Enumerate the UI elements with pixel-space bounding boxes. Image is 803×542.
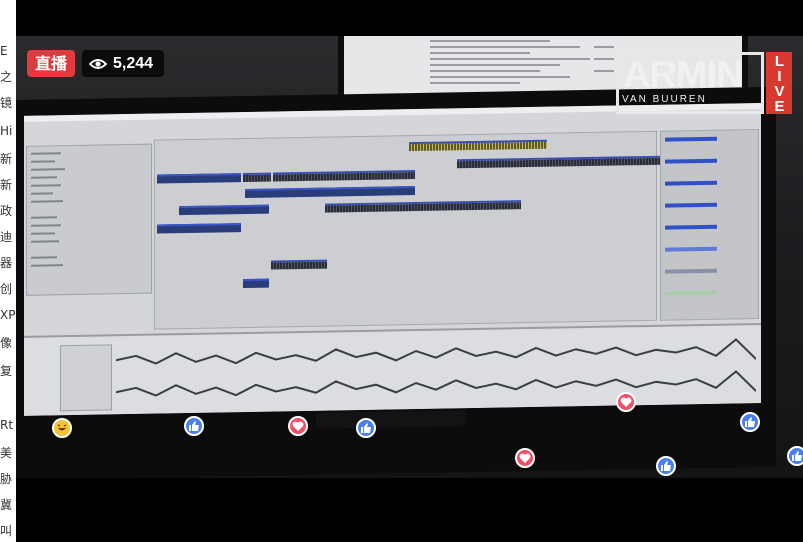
side-text: Rt xyxy=(0,418,14,432)
audio-clip xyxy=(457,155,663,169)
eye-icon xyxy=(89,58,107,69)
like-reaction-icon xyxy=(787,446,803,466)
side-text: Hi xyxy=(0,124,13,138)
audio-clip xyxy=(157,223,241,234)
audio-clip xyxy=(179,204,269,216)
audio-clip xyxy=(245,186,415,199)
side-text: 叫 xyxy=(0,524,13,538)
daw-clip-detail-view xyxy=(24,322,761,416)
waveform-display xyxy=(116,338,756,397)
audio-clip xyxy=(273,170,415,182)
side-text: 器 xyxy=(0,256,13,270)
side-text: 政 xyxy=(0,204,13,218)
side-text: XP xyxy=(0,308,16,322)
audio-clip xyxy=(325,200,521,213)
side-text: 复 xyxy=(0,364,13,378)
daw-screen xyxy=(24,102,761,416)
side-text: E xyxy=(0,44,8,58)
side-text: 创 xyxy=(0,282,13,296)
watermark-subtitle: VAN BUUREN xyxy=(622,94,707,105)
live-badge: 直播 xyxy=(27,50,75,77)
side-text: 迪 xyxy=(0,230,13,244)
love-reaction-icon xyxy=(515,448,535,468)
daw-mixer-panel xyxy=(660,129,759,321)
like-reaction-icon xyxy=(656,456,676,476)
haha-emoji-icon xyxy=(52,418,72,438)
viewer-count-badge: 5,244 xyxy=(82,50,164,77)
daw-arrangement-view xyxy=(154,130,663,330)
side-text: 新 xyxy=(0,152,13,166)
side-text: 之 xyxy=(0,70,13,84)
side-text: 胁 xyxy=(0,472,13,486)
love-reaction-icon xyxy=(616,392,636,412)
side-text: 冀 xyxy=(0,498,13,512)
audio-clip xyxy=(157,173,241,184)
audio-clip xyxy=(409,139,547,152)
side-text: 像 xyxy=(0,336,13,350)
audio-clip xyxy=(243,172,271,183)
love-reaction-icon xyxy=(288,416,308,436)
live-video-frame[interactable]: ARMIN VAN BUUREN LIVE xyxy=(16,36,803,478)
monitor-bezel-bottom xyxy=(316,410,466,429)
armin-live-watermark: ARMIN VAN BUUREN LIVE xyxy=(616,52,794,114)
main-monitor xyxy=(16,86,776,478)
daw-browser-panel xyxy=(26,143,152,296)
side-text: 新 xyxy=(0,178,13,192)
watermark-live: LIVE xyxy=(766,52,792,114)
like-reaction-icon xyxy=(356,418,376,438)
viewer-count: 5,244 xyxy=(113,55,154,72)
like-reaction-icon xyxy=(740,412,760,432)
audio-clip xyxy=(243,278,269,289)
page-side-strip: E 之 镜 Hi 新 新 政 迪 器 创 XP 像 复 Rt 美 胁 冀 叫 xyxy=(0,0,16,542)
audio-clip xyxy=(271,259,327,270)
side-text: 镜 xyxy=(0,96,13,110)
clip-properties-panel xyxy=(60,344,112,412)
like-reaction-icon xyxy=(184,416,204,436)
side-text: 美 xyxy=(0,446,13,460)
